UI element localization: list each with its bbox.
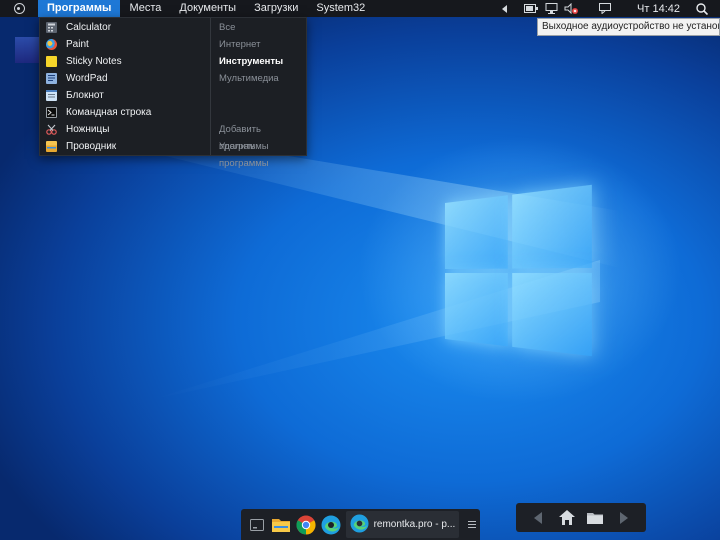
category-internet[interactable]: Интернет	[211, 36, 306, 53]
program-label: Проводник	[66, 141, 117, 152]
program-label: Командная строка	[66, 107, 152, 118]
start-button[interactable]	[0, 0, 38, 17]
chrome-icon[interactable]	[294, 511, 318, 538]
network-icon[interactable]	[541, 0, 561, 17]
program-sticky-notes[interactable]: Sticky Notes	[40, 53, 210, 70]
program-label: Ножницы	[66, 124, 110, 135]
clock[interactable]: Чт 14:42	[629, 3, 692, 15]
search-icon[interactable]	[692, 0, 712, 17]
program-label: Блокнот	[66, 90, 104, 101]
program-label: Calculator	[66, 22, 112, 33]
navigation-panel	[516, 503, 646, 532]
program-label: WordPad	[66, 73, 108, 84]
program-snipping-tool[interactable]: Ножницы	[40, 121, 210, 138]
program-explorer[interactable]: Проводник	[40, 138, 210, 155]
program-cmd[interactable]: Командная строка	[40, 104, 210, 121]
category-list: Все Интернет Инструменты Мультимедиа Доб…	[211, 18, 306, 169]
cmd-icon	[46, 107, 57, 118]
folder-icon[interactable]	[584, 507, 606, 529]
back-arrow-icon[interactable]	[527, 507, 549, 529]
category-multimedia[interactable]: Мультимедиа	[211, 70, 306, 87]
menu-programs[interactable]: Программы	[38, 0, 121, 17]
program-paint[interactable]: Paint	[40, 36, 210, 53]
taskbar-dock: remontka.pro - р...	[241, 509, 480, 540]
edge-icon	[350, 513, 369, 536]
category-tools[interactable]: Инструменты	[211, 53, 306, 70]
battery-icon[interactable]	[521, 0, 541, 17]
program-notepad[interactable]: Блокнот	[40, 87, 210, 104]
edge-icon[interactable]	[319, 511, 343, 538]
program-list: Calculator Paint Sticky Notes WordPad Бл…	[40, 18, 210, 155]
forward-arrow-icon[interactable]	[613, 507, 635, 529]
top-menu-bar: Программы Места Документы Загрузки Syste…	[0, 0, 720, 17]
audio-tooltip: Выходное аудиоустройство не установлено.	[537, 18, 720, 36]
speaker-muted-icon[interactable]	[561, 0, 581, 17]
show-desktop-icon[interactable]	[245, 511, 269, 538]
sticky-notes-icon	[46, 56, 57, 67]
explorer-icon	[46, 141, 57, 152]
programs-dropdown: Calculator Paint Sticky Notes WordPad Бл…	[39, 17, 307, 169]
menu-documents[interactable]: Документы	[170, 0, 245, 17]
taskbar-window-button[interactable]: remontka.pro - р...	[345, 511, 460, 538]
program-calculator[interactable]: Calculator	[40, 19, 210, 36]
wordpad-icon	[46, 73, 57, 84]
add-programs-link[interactable]: Добавить программы	[211, 121, 306, 152]
file-explorer-icon[interactable]	[270, 511, 294, 538]
snipping-tool-icon	[46, 124, 57, 135]
system-tray: Чт 14:42	[495, 0, 720, 17]
notifications-icon[interactable]	[595, 0, 615, 17]
home-icon[interactable]	[556, 507, 578, 529]
menu-system32[interactable]: System32	[307, 0, 374, 17]
calculator-icon	[46, 22, 57, 33]
menu-downloads[interactable]: Загрузки	[245, 0, 307, 17]
notepad-icon	[46, 90, 57, 101]
paint-icon	[46, 39, 57, 50]
program-wordpad[interactable]: WordPad	[40, 70, 210, 87]
chevron-left-icon[interactable]	[495, 0, 515, 17]
program-label: Paint	[66, 39, 89, 50]
power-circle-icon	[13, 3, 25, 14]
hamburger-menu-icon[interactable]	[464, 511, 480, 538]
category-all[interactable]: Все	[211, 19, 306, 36]
task-label: remontka.pro - р...	[373, 519, 456, 530]
program-label: Sticky Notes	[66, 56, 122, 67]
menu-places[interactable]: Места	[120, 0, 170, 17]
windows-logo	[445, 184, 596, 361]
